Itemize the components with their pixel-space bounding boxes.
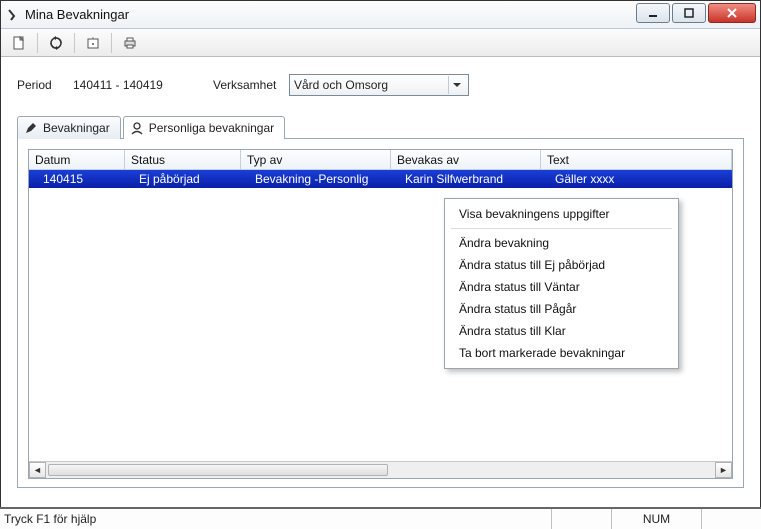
maximize-button[interactable] [672,3,706,23]
table-header: Datum Status Typ av Bevakas av Text [29,150,732,170]
ctx-andra-bevakning[interactable]: Ändra bevakning [445,232,678,254]
period-value: 140411 - 140419 [73,78,213,92]
print-button[interactable] [118,32,142,54]
refresh-button[interactable] [44,32,68,54]
tab-strip: Bevakningar Personliga bevakningar [17,115,744,139]
statusbar-num: NUM [611,509,701,529]
tab-bevakningar[interactable]: Bevakningar [17,116,121,139]
tab-personliga[interactable]: Personliga bevakningar [123,116,285,139]
toolbar [1,29,760,57]
status-bar: Tryck F1 för hjälp NUM [0,507,761,529]
horizontal-scrollbar[interactable]: ◄ ► [29,461,732,478]
table-row[interactable]: 140415 Ej påbörjad Bevakning -Personlig … [29,170,732,188]
window-title: Mina Bevakningar [25,7,636,22]
scroll-left-button[interactable]: ◄ [29,462,46,478]
minimize-button[interactable] [636,3,670,23]
scroll-track[interactable] [46,462,715,478]
tab-label: Bevakningar [43,121,110,135]
col-datum[interactable]: Datum [29,150,125,169]
toolbar-separator [74,33,75,53]
cell-text: Gäller xxxx [541,172,732,186]
cell-datum: 140415 [29,172,125,186]
cell-bevakas: Karin Silfwerbrand [391,172,541,186]
menu-separator [451,228,672,229]
cell-status: Ej påbörjad [125,172,241,186]
window-buttons [636,1,760,28]
toolbar-separator [37,33,38,53]
chevron-down-icon [448,76,464,94]
verksamhet-combo[interactable]: Vård och Omsorg [289,74,469,96]
properties-button[interactable] [81,32,105,54]
app-icon [7,8,21,22]
col-bevakas[interactable]: Bevakas av [391,150,541,169]
ctx-status-klar[interactable]: Ändra status till Klar [445,320,678,342]
statusbar-help: Tryck F1 för hjälp [0,512,551,526]
verksamhet-label: Verksamhet [213,78,289,92]
pen-icon [24,121,38,135]
ctx-ta-bort[interactable]: Ta bort markerade bevakningar [445,342,678,364]
filter-row: Period 140411 - 140419 Verksamhet Vård o… [17,73,744,97]
tab-label: Personliga bevakningar [149,121,274,135]
statusbar-spacer [701,509,761,529]
col-status[interactable]: Status [125,150,241,169]
close-button[interactable] [708,3,756,23]
person-icon [130,121,144,135]
verksamhet-value: Vård och Omsorg [294,78,448,92]
ctx-status-vantar[interactable]: Ändra status till Väntar [445,276,678,298]
col-typ[interactable]: Typ av [241,150,391,169]
ctx-status-pagar[interactable]: Ändra status till Pågår [445,298,678,320]
context-menu: Visa bevakningens uppgifter Ändra bevakn… [444,198,679,369]
title-bar: Mina Bevakningar [1,1,760,29]
period-label: Period [17,78,73,92]
col-text[interactable]: Text [541,150,732,169]
cell-typ: Bevakning -Personlig [241,172,391,186]
scroll-thumb[interactable] [48,464,388,476]
scroll-right-button[interactable]: ► [715,462,732,478]
statusbar-spacer [551,509,611,529]
toolbar-separator [111,33,112,53]
new-button[interactable] [7,32,31,54]
ctx-status-ej-paborjad[interactable]: Ändra status till Ej påbörjad [445,254,678,276]
ctx-visa-uppgifter[interactable]: Visa bevakningens uppgifter [445,203,678,225]
